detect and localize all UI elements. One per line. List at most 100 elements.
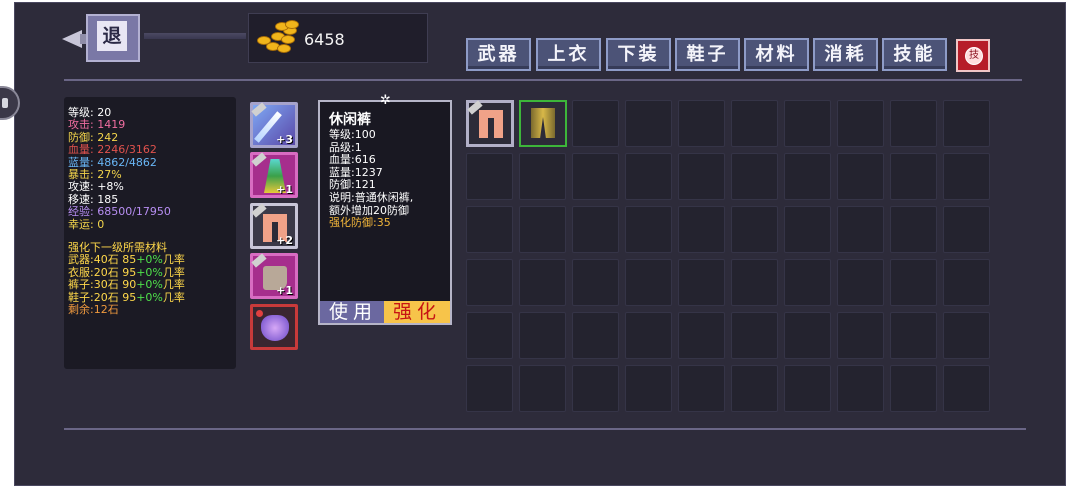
stat-attack: 攻击: 1419: [68, 118, 126, 132]
inventory-slot[interactable]: [678, 365, 725, 412]
inventory-slot[interactable]: [519, 153, 566, 200]
inventory-slot[interactable]: [943, 259, 990, 306]
armored-pants-icon: [531, 108, 555, 138]
inventory-slot[interactable]: [466, 206, 513, 253]
equip-slot-pet[interactable]: [250, 304, 298, 350]
gold-amount: 6458: [304, 30, 345, 49]
inventory-slot[interactable]: [466, 259, 513, 306]
inventory-slot[interactable]: [890, 365, 937, 412]
inventory-slot[interactable]: [625, 153, 672, 200]
inventory-slot[interactable]: [731, 100, 778, 147]
inventory-slot[interactable]: [837, 206, 884, 253]
inventory-slot[interactable]: [678, 206, 725, 253]
inventory-slot[interactable]: [572, 206, 619, 253]
equip-slot-pants[interactable]: +2: [250, 203, 298, 249]
use-button[interactable]: 使用: [320, 301, 386, 323]
tab-consumables[interactable]: 消耗: [813, 38, 878, 71]
tab-weapon[interactable]: 武器: [466, 38, 531, 71]
stat-hp: 血量: 2246/3162: [68, 143, 157, 157]
inventory-slot[interactable]: [731, 206, 778, 253]
inventory-slot[interactable]: [890, 153, 937, 200]
stat-attack-speed: 攻速: +8%: [68, 180, 124, 194]
inventory-slot[interactable]: [890, 259, 937, 306]
inventory-slot[interactable]: [519, 365, 566, 412]
inventory-slot[interactable]: [625, 206, 672, 253]
item-desc-1: 说明:普通休闲裤,: [329, 190, 414, 204]
item-hp: 血量:616: [329, 153, 376, 167]
inventory-item-green-pants[interactable]: [519, 100, 567, 147]
inventory-slot[interactable]: [890, 206, 937, 253]
equip-level: +3: [276, 133, 293, 146]
equip-slot-shoes[interactable]: +1: [250, 253, 298, 299]
stat-luck: 幸运: 0: [68, 217, 105, 231]
inventory-slot[interactable]: [943, 312, 990, 359]
inventory-slot[interactable]: [943, 153, 990, 200]
inventory-slot[interactable]: [890, 312, 937, 359]
back-button[interactable]: 退: [62, 14, 142, 64]
inventory-slot[interactable]: [784, 312, 831, 359]
inventory-slot[interactable]: [784, 100, 831, 147]
tab-shoes[interactable]: 鞋子: [675, 38, 740, 71]
inventory-slot[interactable]: [678, 312, 725, 359]
inventory-slot[interactable]: [572, 100, 619, 147]
tab-top[interactable]: 上衣: [536, 38, 601, 71]
inventory-slot[interactable]: [731, 365, 778, 412]
inventory-slot[interactable]: [466, 365, 513, 412]
inventory-slot[interactable]: [678, 153, 725, 200]
inventory-slot[interactable]: [519, 206, 566, 253]
item-name: 休闲裤: [329, 112, 371, 128]
equip-slot-weapon[interactable]: +3: [250, 102, 298, 148]
inventory-slot[interactable]: [572, 153, 619, 200]
upgrade-button[interactable]: 强化: [384, 301, 450, 323]
inventory-slot[interactable]: [943, 100, 990, 147]
inventory-slot[interactable]: [837, 365, 884, 412]
inventory-slot[interactable]: [731, 153, 778, 200]
equip-level: +2: [276, 234, 293, 247]
inventory-slot[interactable]: [625, 312, 672, 359]
gold-display: 6458: [248, 13, 428, 63]
paw-icon: [256, 310, 263, 317]
inventory-slot[interactable]: [519, 312, 566, 359]
item-level: 等级:100: [329, 128, 376, 141]
inventory-slot[interactable]: [784, 365, 831, 412]
inventory-slot[interactable]: [943, 365, 990, 412]
inventory-slot[interactable]: [625, 100, 672, 147]
arrow-left-icon: [62, 30, 82, 48]
equip-level: +1: [276, 183, 293, 196]
inventory-slot[interactable]: [890, 100, 937, 147]
pet-icon: [261, 315, 289, 341]
tab-skills[interactable]: 技能: [882, 38, 947, 71]
stat-exp: 经验: 68500/17950: [68, 205, 171, 219]
inventory-slot[interactable]: [731, 312, 778, 359]
inventory-slot[interactable]: [678, 100, 725, 147]
skill-shortcut-button[interactable]: 技: [956, 39, 990, 72]
tab-bottom[interactable]: 下装: [606, 38, 671, 71]
inventory-slot[interactable]: [943, 206, 990, 253]
inventory-slot[interactable]: [466, 312, 513, 359]
inventory-slot[interactable]: [731, 259, 778, 306]
inventory-slot[interactable]: [572, 312, 619, 359]
inventory-slot[interactable]: [625, 365, 672, 412]
inventory-slot[interactable]: [572, 365, 619, 412]
inventory-slot[interactable]: [837, 153, 884, 200]
inventory-slot[interactable]: [837, 259, 884, 306]
inventory-slot[interactable]: [837, 100, 884, 147]
inventory-slot[interactable]: [784, 153, 831, 200]
inventory-item-pants[interactable]: [466, 100, 514, 147]
inventory-slot[interactable]: [784, 259, 831, 306]
inventory-slot[interactable]: [466, 153, 513, 200]
inventory-slot[interactable]: [519, 259, 566, 306]
item-upgrade-bonus: 强化防御:35: [329, 216, 391, 230]
back-label: 退: [97, 21, 127, 51]
tab-materials[interactable]: 材料: [744, 38, 809, 71]
materials-remaining: 剩余:12石: [68, 303, 119, 317]
inventory-slot[interactable]: [572, 259, 619, 306]
equip-slot-armor[interactable]: +1: [250, 152, 298, 198]
sparkle-icon: ✲: [380, 93, 391, 108]
inventory-slot[interactable]: [837, 312, 884, 359]
top-divider: [64, 79, 1022, 81]
pants-icon: [479, 110, 503, 138]
inventory-slot[interactable]: [784, 206, 831, 253]
inventory-slot[interactable]: [678, 259, 725, 306]
inventory-slot[interactable]: [625, 259, 672, 306]
